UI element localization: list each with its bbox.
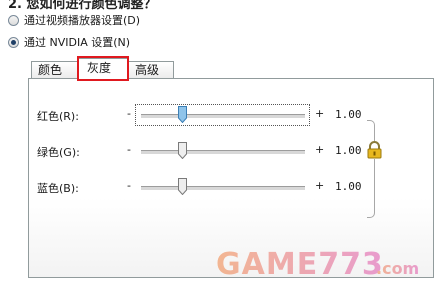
slider-thumb[interactable] bbox=[178, 142, 187, 159]
radio-video-player[interactable]: 通过视频播放器设置(D) bbox=[8, 12, 140, 28]
slider-track[interactable] bbox=[141, 150, 305, 155]
tab-grayscale[interactable]: 灰度 bbox=[78, 58, 128, 80]
minus-sign: - bbox=[127, 107, 131, 120]
radio-button-selected[interactable] bbox=[8, 36, 19, 48]
tab-advanced[interactable]: 高级 bbox=[128, 61, 174, 78]
slider-row-red: 红色(R): - + 1.00 bbox=[37, 104, 397, 126]
tab-color[interactable]: 颜色 bbox=[31, 61, 78, 78]
question-heading: 2. 您如何进行颜色调整？ bbox=[8, 0, 157, 12]
slider-row-green: 绿色(G): - + 1.00 bbox=[37, 141, 397, 161]
slider-label: 蓝色(B): bbox=[37, 182, 79, 195]
minus-sign: - bbox=[127, 143, 131, 156]
slider-row-blue: 蓝色(B): - + 1.00 bbox=[37, 177, 397, 197]
plus-sign: + bbox=[315, 143, 325, 156]
slider-label: 绿色(G): bbox=[37, 146, 80, 159]
radio-label: 通过 NVIDIA 设置(N) bbox=[24, 36, 131, 49]
padlock-icon[interactable] bbox=[366, 141, 383, 159]
slider-value: 1.00 bbox=[335, 180, 362, 193]
slider-track[interactable] bbox=[141, 114, 305, 119]
svg-text:GAME773: GAME773 bbox=[216, 247, 384, 282]
slider-value: 1.00 bbox=[335, 108, 362, 121]
radio-label: 通过视频播放器设置(D) bbox=[24, 14, 141, 27]
plus-sign: + bbox=[315, 179, 325, 192]
slider-thumb[interactable] bbox=[178, 106, 187, 123]
plus-sign: + bbox=[315, 107, 325, 120]
slider-thumb[interactable] bbox=[178, 178, 187, 195]
slider-label: 红色(R): bbox=[37, 110, 79, 123]
minus-sign: - bbox=[127, 179, 131, 192]
svg-text:.com: .com bbox=[376, 259, 419, 278]
slider-track[interactable] bbox=[141, 186, 305, 191]
link-bracket bbox=[367, 120, 375, 218]
radio-nvidia-settings[interactable]: 通过 NVIDIA 设置(N) bbox=[8, 34, 130, 50]
watermark-logo: GAME773 .com bbox=[216, 247, 419, 282]
radio-button[interactable] bbox=[8, 14, 19, 26]
slider-value: 1.00 bbox=[335, 144, 362, 157]
